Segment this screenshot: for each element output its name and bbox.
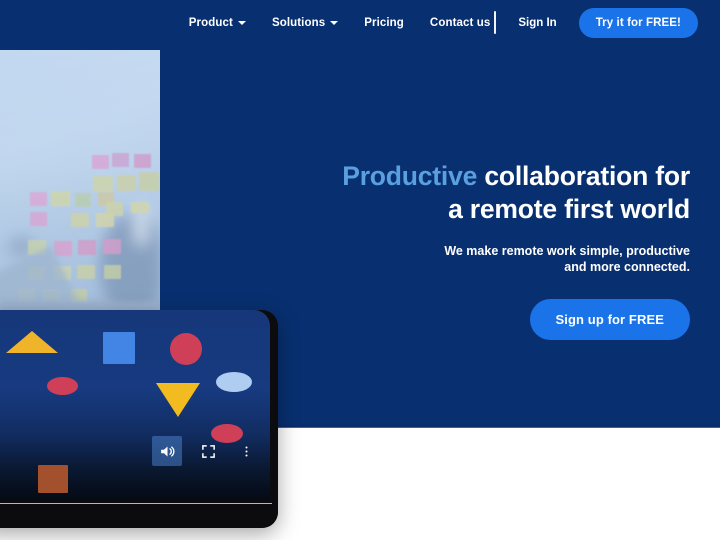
photo-sticky-note	[106, 202, 123, 216]
subhead-line2: and more connected.	[564, 260, 690, 274]
nav-divider	[494, 11, 497, 34]
more-menu-icon[interactable]	[234, 439, 258, 463]
photo-sticky-note	[103, 239, 121, 254]
nav-item-label: Contact us	[429, 16, 491, 29]
photo-sticky-note	[71, 213, 89, 227]
photo-sticky-note	[139, 172, 159, 191]
photo-sticky-note	[51, 191, 70, 206]
chevron-down-icon	[237, 20, 246, 25]
subhead-line1: We make remote work simple, productive	[444, 243, 690, 258]
hero-copy: Productive collaboration for a remote fi…	[270, 160, 690, 341]
page-title: Productive collaboration for a remote fi…	[270, 160, 690, 227]
nav-item-solutions[interactable]: Solutions	[271, 16, 339, 29]
photo-sticky-note	[104, 265, 121, 279]
nav-links: Product Solutions Pricing Contact us	[189, 17, 491, 29]
photo-sticky-note	[54, 241, 72, 256]
nav-item-pricing[interactable]: Pricing	[364, 17, 404, 29]
video-player-canvas[interactable]	[0, 310, 270, 500]
video-player-controls	[152, 436, 258, 466]
photo-sticky-note	[134, 154, 151, 168]
photo-sticky-note	[117, 175, 136, 191]
photo-sticky-note	[93, 176, 113, 192]
nav-item-label: Product	[188, 16, 233, 29]
nav-item-product[interactable]: Product	[189, 17, 246, 29]
hero-cta-wrap: Sign up for FREE	[270, 299, 690, 341]
nav-item-contact-us[interactable]: Contact us	[430, 17, 490, 29]
canvas-shape-ellipse	[216, 372, 252, 392]
photo-sticky-note	[92, 155, 109, 169]
canvas-shape-square	[38, 465, 68, 493]
fullscreen-icon[interactable]	[196, 439, 220, 463]
video-player[interactable]	[0, 310, 278, 528]
hero-subheading: We make remote work simple, productive a…	[270, 243, 690, 276]
sign-up-for-free-button[interactable]: Sign up for FREE	[529, 299, 690, 341]
video-player-frame-bottom	[0, 504, 278, 528]
nav-item-label: Solutions	[271, 16, 326, 29]
photo-sticky-note	[75, 193, 91, 207]
canvas-shape-triangle-down	[156, 383, 200, 417]
canvas-shape-circle	[170, 333, 202, 365]
headline-accent-word: Productive	[342, 161, 478, 191]
nav-item-label: Pricing	[364, 16, 404, 29]
headline-line1-rest: collaboration for	[477, 161, 690, 191]
try-it-for-free-button[interactable]: Try it for FREE!	[578, 7, 698, 38]
photo-sticky-note	[77, 265, 95, 279]
photo-sticky-note	[112, 153, 129, 167]
volume-icon[interactable]	[152, 436, 182, 466]
photo-sticky-note	[131, 202, 149, 213]
photo-sticky-note	[30, 192, 47, 206]
sign-in-link[interactable]: Sign In	[518, 17, 556, 29]
photo-sticky-note	[78, 240, 96, 255]
canvas-shape-square	[103, 332, 135, 364]
canvas-shape-ellipse	[47, 377, 78, 395]
main-navbar: Product Solutions Pricing Contact us Sig…	[0, 0, 720, 45]
sticky-notes-photo	[0, 50, 160, 315]
photo-sticky-note	[30, 212, 47, 226]
headline-line2: a remote first world	[448, 194, 690, 225]
canvas-shape-triangle-up	[6, 331, 58, 353]
chevron-down-icon	[330, 20, 339, 25]
